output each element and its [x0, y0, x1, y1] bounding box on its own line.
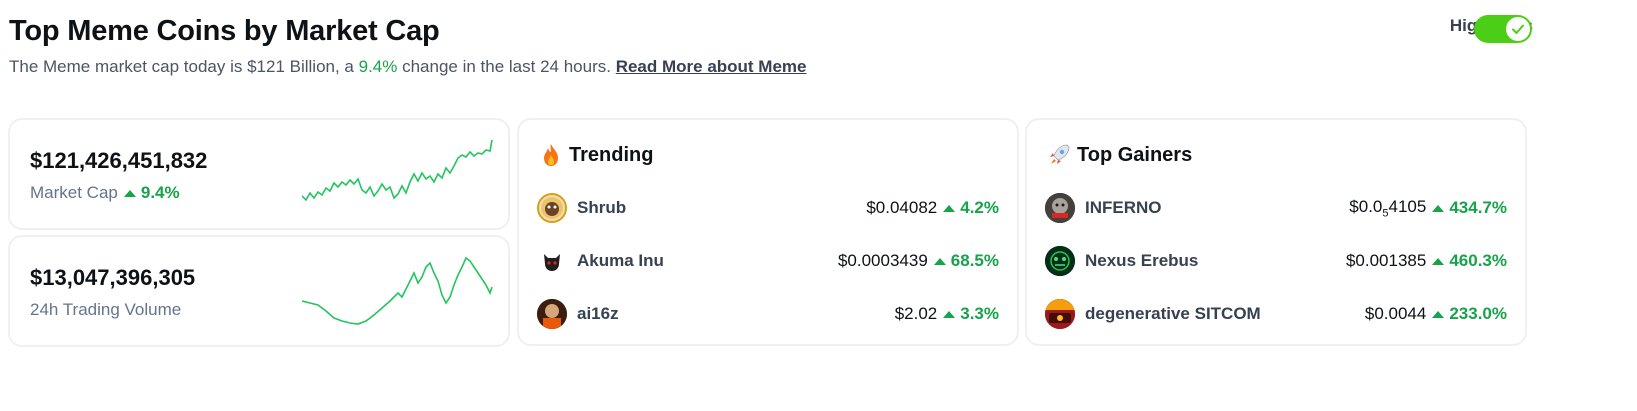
up-arrow-icon: [1432, 257, 1445, 265]
market-cap-value: $121,426,451,832: [30, 148, 208, 173]
coin-price: $0.001385: [1345, 251, 1427, 270]
gainer-row-inferno[interactable]: INFERNO $0.054105 434.7%: [1045, 193, 1507, 223]
coin-price: $0.04082: [866, 198, 938, 217]
sparkline-path: [302, 256, 493, 325]
read-more-link[interactable]: Read More about Meme: [616, 57, 807, 76]
fire-icon: [544, 144, 558, 166]
degenerative-sitcom-coin-icon: [1045, 299, 1075, 329]
price-prefix: $0.0: [1349, 196, 1383, 216]
page-subtitle: The Meme market cap today is $121 Billio…: [9, 57, 807, 77]
price-digits: 4105: [1388, 196, 1427, 216]
ai16z-coin-icon: [537, 299, 567, 329]
toggle-knob: [1506, 17, 1530, 41]
up-arrow-icon: [1432, 204, 1445, 212]
coin-name: Shrub: [577, 198, 627, 217]
highlights-toggle[interactable]: [1474, 15, 1532, 43]
trending-title: Trending: [569, 144, 654, 166]
coin-price: $0.0003439: [837, 251, 928, 270]
akuma-inu-coin-icon: [537, 246, 567, 276]
trading-volume-card[interactable]: $13,047,396,305 24h Trading Volume: [8, 235, 510, 347]
trending-card: Trending Shrub $0.04082 4.2% Akuma Inu $…: [517, 118, 1019, 346]
coin-change: 3.3%: [943, 304, 999, 324]
up-arrow-icon: [943, 310, 956, 318]
up-arrow-icon: [943, 204, 956, 212]
coin-name: Nexus Erebus: [1085, 251, 1199, 270]
check-icon: [1512, 24, 1524, 34]
coin-price: $0.0044: [1364, 304, 1427, 323]
sparkline-path: [302, 139, 493, 202]
rocket-icon: [1050, 144, 1070, 164]
coin-price: $2.02: [894, 304, 938, 323]
up-arrow-icon: [123, 189, 136, 197]
coin-change-value: 434.7%: [1449, 198, 1507, 217]
coin-change: 460.3%: [1432, 251, 1507, 271]
coin-change-value: 4.2%: [960, 198, 999, 217]
trading-volume-caption: 24h Trading Volume: [30, 300, 181, 320]
coin-change: 233.0%: [1432, 304, 1507, 324]
nexus-erebus-coin-icon: [1045, 246, 1075, 276]
coin-change: 434.7%: [1432, 198, 1507, 218]
subtitle-text-suffix: change in the last 24 hours.: [397, 57, 616, 76]
coin-change: 4.2%: [943, 198, 999, 218]
market-cap-label: Market Cap: [30, 183, 118, 202]
coin-change-value: 3.3%: [960, 304, 999, 323]
market-cap-change: 9.4%: [123, 183, 180, 203]
coin-name: Akuma Inu: [577, 251, 664, 270]
coin-change-value: 460.3%: [1449, 251, 1507, 270]
coin-price: $0.054105: [1349, 197, 1426, 219]
subtitle-change-percent: 9.4%: [358, 57, 398, 76]
inferno-coin-icon: [1045, 193, 1075, 223]
gainer-row-nexus-erebus[interactable]: Nexus Erebus $0.001385 460.3%: [1045, 246, 1507, 276]
market-cap-card[interactable]: $121,426,451,832 Market Cap 9.4%: [8, 118, 510, 230]
page-title: Top Meme Coins by Market Cap: [9, 15, 440, 47]
trading-volume-value: $13,047,396,305: [30, 265, 196, 290]
market-cap-sparkline: [302, 139, 493, 202]
coin-name: degenerative SITCOM: [1085, 304, 1261, 323]
trending-row-akuma-inu[interactable]: Akuma Inu $0.0003439 68.5%: [537, 246, 999, 276]
coin-change-value: 233.0%: [1449, 304, 1507, 323]
gainer-row-degenerative-sitcom[interactable]: degenerative SITCOM $0.0044 233.0%: [1045, 299, 1507, 329]
up-arrow-icon: [933, 257, 946, 265]
market-cap-caption: Market Cap 9.4%: [30, 183, 180, 203]
coin-change: 68.5%: [933, 251, 999, 271]
trading-volume-sparkline: [302, 256, 493, 325]
top-gainers-title: Top Gainers: [1077, 144, 1193, 166]
coin-change-value: 68.5%: [950, 251, 999, 270]
trending-row-shrub[interactable]: Shrub $0.04082 4.2%: [537, 193, 999, 223]
coin-name: INFERNO: [1085, 198, 1162, 217]
coin-name: ai16z: [577, 304, 619, 323]
up-arrow-icon: [1432, 310, 1445, 318]
trending-row-ai16z[interactable]: ai16z $2.02 3.3%: [537, 299, 999, 329]
market-cap-change-value: 9.4%: [140, 183, 180, 202]
top-gainers-card: Top Gainers INFERNO $0.054105 434.7% Nex…: [1025, 118, 1527, 346]
shrub-coin-icon: [537, 193, 567, 223]
subtitle-text: The Meme market cap today is $121 Billio…: [9, 57, 359, 76]
trading-volume-label: 24h Trading Volume: [30, 300, 182, 319]
